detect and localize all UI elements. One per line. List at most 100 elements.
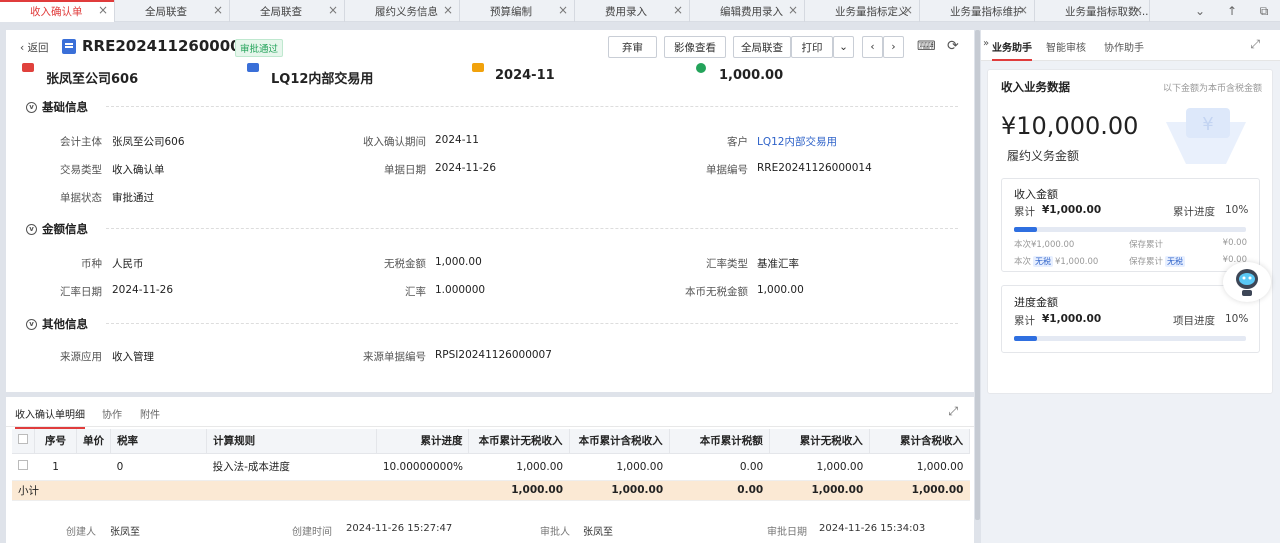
print-dropdown-icon[interactable]: ⌄ [833, 36, 854, 58]
tab-detail[interactable]: 收入确认单明细 [15, 406, 85, 429]
tab-obligation-info[interactable]: 履约义务信息 × [345, 0, 460, 22]
assistant-tabs: » 业务助手 智能审核 协作助手 ⤢ [981, 30, 1280, 61]
col-progress: 累计进度 [376, 429, 470, 454]
tab-collab-assistant[interactable]: 协作助手 [1104, 39, 1144, 54]
value-doc-no: RRE20241126000014 [757, 162, 872, 174]
tab-global-query-1[interactable]: 全局联查 × [115, 0, 230, 22]
tab-smart-review[interactable]: 智能审核 [1046, 39, 1086, 54]
refresh-icon[interactable]: ⟳ [947, 38, 959, 54]
close-icon[interactable]: × [788, 3, 798, 17]
label-period: 收入确认期间 [363, 136, 426, 148]
col-local-taxed: 本币累计含税收入 [569, 429, 670, 454]
value-rate-type: 基准汇率 [757, 258, 799, 270]
chevron-down-icon[interactable]: ⌄ [1184, 4, 1216, 18]
summary-period: 2024-11 [495, 68, 555, 83]
value-local-untaxed: 1,000.00 [757, 284, 804, 296]
divider [106, 106, 958, 107]
section-amount[interactable]: v 金额信息 [26, 221, 88, 237]
value-period: 2024-11 [435, 134, 479, 146]
expand-icon[interactable]: ⤢ [1250, 37, 1260, 52]
scrollbar[interactable] [975, 30, 980, 520]
close-icon[interactable]: × [1018, 3, 1028, 17]
audit-footer: 创建人 张凤至 创建时间 2024-11-26 15:27:47 审批人 张凤至… [6, 520, 974, 540]
tab-budget[interactable]: 预算编制 × [460, 0, 575, 22]
untaxed-tag: 无税 [1033, 256, 1054, 267]
prev-icon[interactable]: ‹ [862, 36, 883, 58]
tab-metric-fetch[interactable]: 业务量指标取数... × [1035, 0, 1150, 22]
tab-global-query-2[interactable]: 全局联查 × [230, 0, 345, 22]
assistant-robot-icon[interactable] [1223, 262, 1271, 302]
income-save2-label: 保存累计 [1129, 257, 1164, 267]
global-query-button[interactable]: 全局联查 [733, 36, 791, 58]
label-create-time: 创建时间 [292, 527, 332, 538]
next-icon[interactable]: › [883, 36, 904, 58]
calendar-icon [472, 63, 484, 72]
arrow-up-icon[interactable]: ↑ [1216, 4, 1248, 18]
section-basic[interactable]: v 基础信息 [26, 99, 88, 115]
tab-expense-entry[interactable]: 费用录入 × [575, 0, 690, 22]
close-icon[interactable]: × [558, 3, 568, 17]
cell: 0.00 [669, 480, 770, 501]
progress-accum-label: 累计 [1014, 315, 1035, 327]
close-icon[interactable]: × [213, 3, 223, 17]
print-button[interactable]: 打印 [791, 36, 833, 58]
copy-icon[interactable]: ⧉ [1248, 4, 1280, 19]
expand-icon[interactable]: ⤢ [948, 404, 958, 419]
select-all-checkbox[interactable] [12, 429, 36, 454]
detail-table: 序号 单价 税率 计算规则 累计进度 本币累计无税收入 本币累计含税收入 本币累… [12, 429, 971, 501]
tab-collab[interactable]: 协作 [102, 406, 122, 421]
status-badge: 审批通过 [235, 39, 284, 57]
label-doc-date: 单据日期 [384, 164, 426, 176]
close-icon[interactable]: × [328, 3, 338, 17]
chevron-down-icon: v [26, 101, 37, 113]
value-trade-type: 收入确认单 [112, 164, 165, 176]
tab-metric-def[interactable]: 业务量指标定义 × [805, 0, 920, 22]
cell: 10.00000000% [376, 453, 469, 481]
back-button[interactable]: ‹ 返回 [20, 40, 49, 55]
value-customer-link[interactable]: LQ12内部交易用 [757, 134, 837, 149]
close-icon[interactable]: × [98, 3, 108, 17]
value-untaxed: 1,000.00 [435, 256, 482, 268]
obligation-label: 履约义务金额 [1007, 149, 1080, 163]
unapprove-button[interactable]: 弃审 [608, 36, 657, 58]
close-icon[interactable]: × [903, 3, 913, 17]
svg-text:¥: ¥ [1202, 114, 1213, 135]
section-other[interactable]: v 其他信息 [26, 316, 88, 332]
tab-metric-maint[interactable]: 业务量指标维护 × [920, 0, 1035, 22]
value-creator: 张凤至 [110, 527, 140, 538]
income-title: 收入金额 [1014, 188, 1058, 201]
income-this2-label: 本次 [1014, 257, 1032, 267]
cell: 1,000.00 [769, 453, 870, 481]
tab-label: 全局联查 [260, 5, 302, 18]
label-source-app: 来源应用 [60, 351, 102, 363]
summary-strip: 张凤至公司606 LQ12内部交易用 2024-11 1,000.00 [6, 63, 974, 88]
section-title: 基础信息 [42, 100, 88, 114]
back-label: 返回 [27, 42, 49, 54]
close-icon[interactable]: × [443, 3, 453, 17]
obligation-amount: ¥10,000.00 [1001, 112, 1139, 140]
subtotal-row: 小计 1,000.00 1,000.00 0.00 1,000.00 1,000… [12, 480, 970, 501]
income-this: ¥1,000.00 [1031, 240, 1075, 250]
table-row[interactable]: 1 0 投入法-成本进度 10.00000000% 1,000.00 1,000… [12, 453, 970, 481]
cell [76, 453, 111, 481]
tab-edit-expense[interactable]: 编辑费用录入 × [690, 0, 805, 22]
tab-income-confirm[interactable]: 收入确认单 × [0, 0, 115, 22]
image-view-button[interactable]: 影像查看 [664, 36, 726, 58]
close-icon[interactable]: × [673, 3, 683, 17]
keyboard-icon[interactable]: ⌨ [917, 39, 936, 54]
section-title: 金额信息 [42, 222, 88, 236]
row-checkbox[interactable] [12, 453, 35, 481]
close-icon[interactable]: × [1133, 3, 1143, 17]
amount-icon [696, 63, 706, 73]
document-icon [62, 39, 76, 54]
card-title: 收入业务数据 [1001, 80, 1070, 94]
col-taxed: 累计含税收入 [869, 429, 971, 454]
main-form: ‹ 返回 RRE20241126000014 审批通过 弃审 影像查看 全局联查… [6, 30, 974, 392]
tab-business-assistant[interactable]: 业务助手 [992, 39, 1032, 61]
collapse-icon[interactable]: » [983, 38, 989, 49]
label-creator: 创建人 [66, 527, 96, 538]
summary-amount: 1,000.00 [719, 68, 784, 83]
tab-attachment[interactable]: 附件 [140, 406, 160, 421]
cell: 0.00 [669, 453, 770, 481]
col-price: 单价 [76, 429, 112, 454]
